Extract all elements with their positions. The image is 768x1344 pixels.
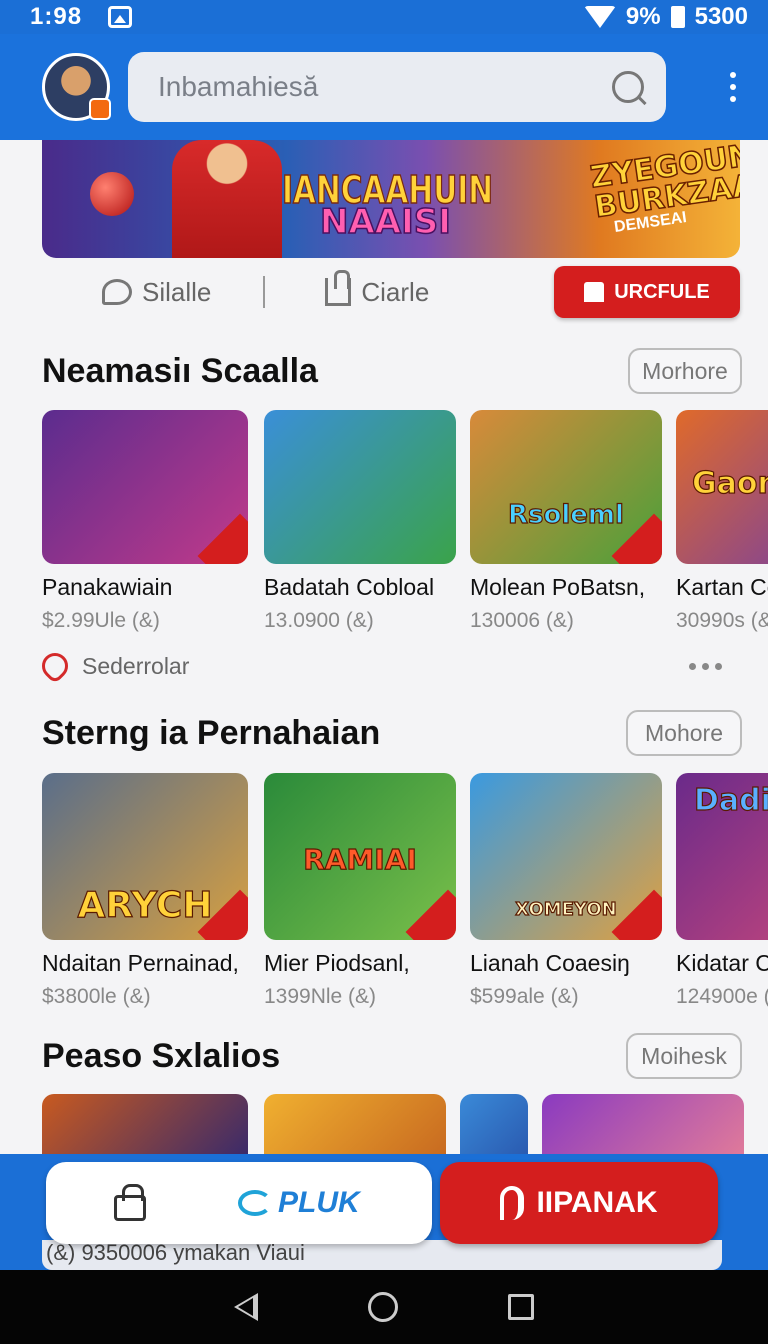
search-bar[interactable] <box>128 52 666 122</box>
search-icon[interactable] <box>612 71 644 103</box>
battery-percent: 9% <box>625 3 661 30</box>
game-card[interactable]: XOMEYON Lianah Coaesiŋ $599ale (&) <box>470 773 662 1009</box>
game-price: 1399Nle (&) <box>264 985 377 1008</box>
game-card[interactable]: Rsoleml Molean PoBatsn, 130006 (&) <box>470 410 662 633</box>
promo-banner[interactable]: IANCAAHUIN NAAISI ZYEGOUN BURKZAA DEMSEAI <box>42 140 740 258</box>
category-label: Sederrolar <box>82 652 190 679</box>
section-3-header: Peaso Sxlalios Moihesk <box>42 1033 742 1079</box>
game-title: Kartan Co <box>676 574 768 600</box>
game-price: 13.0900 (&) <box>264 609 374 632</box>
game-title: Ndaitan Pernainad, <box>42 950 239 976</box>
section-more-button[interactable]: Mohore <box>626 710 742 756</box>
overflow-menu-icon[interactable] <box>722 64 744 110</box>
game-thumbnail[interactable] <box>542 1094 744 1156</box>
search-input[interactable] <box>158 71 612 103</box>
game-thumbnail[interactable] <box>460 1094 528 1156</box>
game-price: 130006 (&) <box>470 609 574 632</box>
battery-icon <box>670 6 685 28</box>
share-icon <box>325 270 352 306</box>
app-header <box>0 34 768 140</box>
recents-icon[interactable] <box>508 1294 534 1320</box>
chat-bubble-icon <box>102 279 132 305</box>
status-bar: 1:98 9% 5300 <box>0 0 768 34</box>
status-right: 9% 5300 <box>583 3 748 31</box>
game-title: Panakawiain <box>42 574 173 600</box>
bag-icon <box>584 282 605 302</box>
banner-subtitle: NAAISI <box>319 201 451 243</box>
section-more-button[interactable]: Moihesk <box>626 1033 742 1079</box>
primary-action-button[interactable]: URCFULE <box>554 266 740 318</box>
bottom-primary-button[interactable]: IIPANAK <box>440 1162 718 1244</box>
banner-character-art <box>172 140 282 258</box>
bottom-primary-label: IIPANAK <box>536 1186 658 1219</box>
game-card[interactable]: Panakawiain $2.99Ule (&) <box>42 410 248 633</box>
game-title: Lianah Coaesiŋ <box>470 950 630 976</box>
game-card[interactable]: Badatah Cobloal 13.0900 (&) <box>264 410 456 633</box>
signal-text: 5300 <box>694 3 748 30</box>
section-more-button[interactable]: Morhore <box>628 348 742 394</box>
game-row-3 <box>42 1094 768 1156</box>
system-nav-bar <box>0 1270 768 1344</box>
game-title: Molean PoBatsn, <box>470 574 646 600</box>
game-title: Kidatar C <box>676 950 768 976</box>
section-title: Peaso Sxlalios <box>42 1036 281 1075</box>
game-price: $3800le (&) <box>42 985 151 1008</box>
status-time: 1:98 <box>30 3 83 30</box>
lock-icon[interactable] <box>114 1184 146 1221</box>
share-label: Ciarle <box>361 276 430 307</box>
game-price: $2.99Ule (&) <box>42 609 160 632</box>
gallery-icon <box>108 6 133 28</box>
game-thumbnail[interactable] <box>264 1094 446 1156</box>
game-thumbnail: XOMEYON <box>470 773 662 940</box>
home-icon[interactable] <box>368 1292 398 1322</box>
section-title: Neamasiı Scaalla <box>42 351 318 390</box>
game-thumbnail: Gaon <box>676 410 768 564</box>
section-title: Sterng ia Pernahaian <box>42 713 381 752</box>
action-row: Silalle Ciarle URCFULE <box>42 266 740 318</box>
game-thumbnail <box>264 410 456 564</box>
game-thumbnail: Dadi <box>676 773 768 940</box>
game-thumbnail <box>42 410 248 564</box>
primary-action-label: URCFULE <box>614 280 710 303</box>
game-card[interactable]: Gaon Kartan Co 30990s (&) <box>676 410 768 633</box>
bottom-action-bar: (&) 9350006 ymakan Viaui PLUK IIPANAK <box>0 1154 768 1270</box>
back-icon[interactable] <box>234 1293 258 1321</box>
flag-icon <box>500 1186 525 1220</box>
chat-label: Silalle <box>142 276 212 307</box>
game-row-2: ARYCH Ndaitan Pernainad, $3800le (&) RAM… <box>42 773 768 1023</box>
game-thumbnail[interactable] <box>42 1094 248 1156</box>
wifi-icon <box>583 6 616 28</box>
more-dots-icon[interactable] <box>689 662 722 670</box>
avatar[interactable] <box>42 53 111 121</box>
game-thumbnail: RAMIAI <box>264 773 456 940</box>
section-1-header: Neamasiı Scaalla Morhore <box>42 348 742 394</box>
category-row[interactable]: Sederrolar <box>36 647 722 685</box>
share-button[interactable]: Ciarle <box>325 270 430 308</box>
game-price: $599ale (&) <box>470 985 579 1008</box>
game-thumbnail: ARYCH <box>42 773 248 940</box>
bottom-left-pill[interactable]: PLUK <box>46 1162 432 1244</box>
notification-badge <box>89 98 111 120</box>
banner-right-title: ZYEGOUN BURKZAA <box>587 140 740 226</box>
game-card[interactable]: RAMIAI Mier Piodsanl, 1399Nle (&) <box>264 773 456 1009</box>
game-card[interactable]: ARYCH Ndaitan Pernainad, $3800le (&) <box>42 773 248 1009</box>
game-thumbnail: Rsoleml <box>470 410 662 564</box>
banner-ball-art <box>90 172 134 216</box>
game-title: Mier Piodsanl, <box>264 950 410 976</box>
game-row-1: Panakawiain $2.99Ule (&) Badatah Cobloal… <box>42 410 768 640</box>
game-price: 30990s (&) <box>676 609 768 632</box>
swirl-icon <box>238 1190 272 1216</box>
game-price: 124900e (&) <box>676 985 768 1008</box>
section-2-header: Sterng ia Pernahaian Mohore <box>42 710 742 756</box>
game-title: Badatah Cobloal <box>264 574 435 600</box>
plus-logo[interactable]: PLUK <box>238 1186 360 1220</box>
heart-icon <box>36 647 74 685</box>
chat-button[interactable]: Silalle <box>102 277 211 308</box>
action-divider <box>263 276 266 308</box>
game-card[interactable]: Dadi Kidatar C 124900e (&) <box>676 773 768 1009</box>
peeking-row-text: (&) 9350006 ymakan Viaui <box>42 1240 722 1270</box>
